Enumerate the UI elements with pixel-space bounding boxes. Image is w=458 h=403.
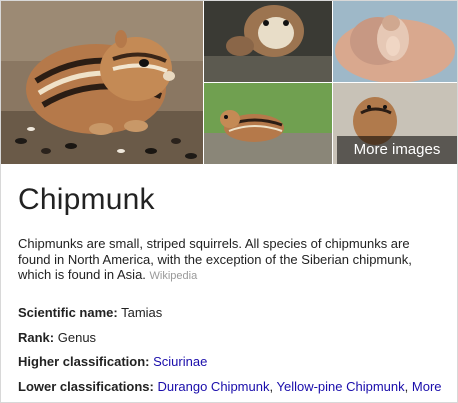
fact-label: Lower classifications: <box>18 378 154 394</box>
chipmunk-image-4[interactable] <box>204 83 332 164</box>
more-classifications-link[interactable]: More <box>412 379 442 394</box>
fact-value: Genus <box>57 329 97 345</box>
fact-higher-classification: Higher classification: Sciurinae <box>18 354 448 379</box>
fact-lower-classifications: Lower classifications: Durango Chipmunk,… <box>18 379 448 403</box>
fact-scientific-name: Scientific name: Tamias <box>18 305 448 330</box>
yellow-pine-chipmunk-link[interactable]: Yellow-pine Chipmunk <box>276 379 404 394</box>
fact-rank: Rank: Genus <box>18 330 448 355</box>
fact-label: Scientific name: <box>18 305 118 320</box>
fact-value: Tamias <box>121 305 163 320</box>
link-separator: , <box>404 378 409 394</box>
wikipedia-source-link[interactable]: Wikipedia <box>150 270 198 282</box>
facts-list: Scientific name: Tamias Rank: Genus High… <box>18 305 448 403</box>
sciurinae-link[interactable]: Sciurinae <box>153 354 207 369</box>
more-images-button[interactable]: More images <box>337 136 457 164</box>
entity-title: Chipmunk <box>18 183 155 216</box>
chipmunk-main-image[interactable] <box>1 1 203 164</box>
fact-label: Higher classification: <box>18 354 150 369</box>
chipmunk-image-2[interactable] <box>204 1 332 82</box>
image-gallery: More images <box>1 1 457 164</box>
link-separator: , <box>269 378 274 394</box>
durango-chipmunk-link[interactable]: Durango Chipmunk <box>157 379 269 394</box>
knowledge-panel: More images Chipmunk Chipmunks are small… <box>0 0 458 403</box>
description-text: Chipmunks are small, striped squirrels. … <box>18 236 412 282</box>
fact-label: Rank: <box>18 329 55 345</box>
entity-description: Chipmunks are small, striped squirrels. … <box>18 236 443 285</box>
chipmunk-image-3[interactable] <box>333 1 457 82</box>
